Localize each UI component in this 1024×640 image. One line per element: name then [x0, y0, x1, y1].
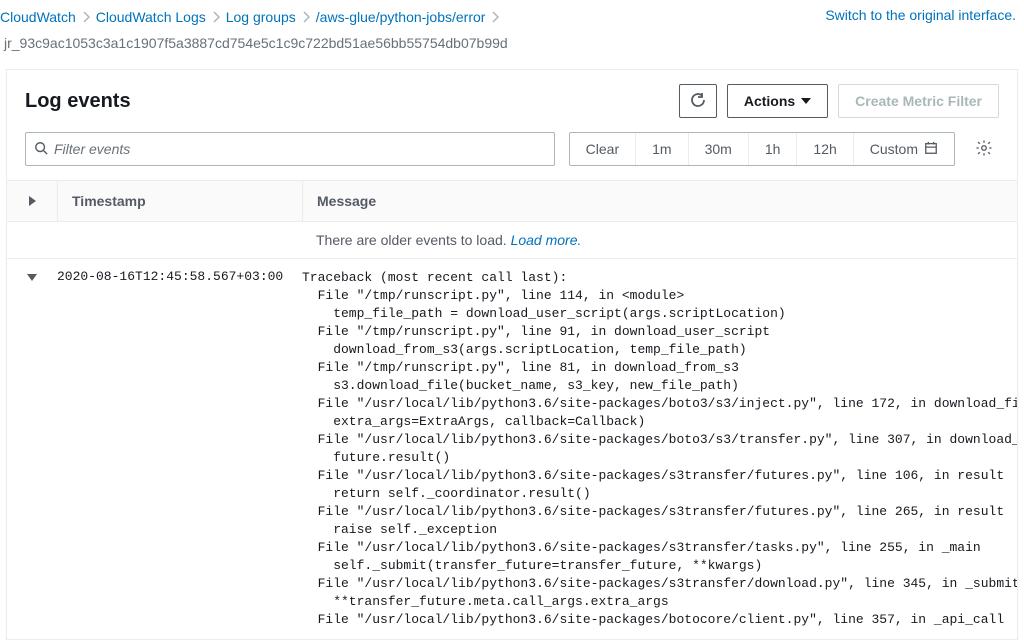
- table-row: 2020-08-16T12:45:58.567+03:00 Traceback …: [7, 259, 1017, 639]
- create-metric-filter-button[interactable]: Create Metric Filter: [838, 84, 999, 118]
- message-column[interactable]: Message: [302, 181, 1017, 221]
- breadcrumb-log-groups[interactable]: Log groups: [226, 7, 296, 27]
- load-more-link[interactable]: Load more.: [511, 232, 582, 248]
- table-header: Timestamp Message: [7, 180, 1017, 222]
- range-custom-label: Custom: [870, 141, 918, 157]
- calendar-icon: [924, 141, 938, 158]
- breadcrumb-log-group-name[interactable]: /aws-glue/python-jobs/error: [316, 7, 486, 27]
- range-clear[interactable]: Clear: [570, 133, 635, 165]
- refresh-icon: [690, 92, 706, 111]
- refresh-button[interactable]: [679, 84, 717, 118]
- switch-interface-link[interactable]: Switch to the original interface.: [825, 7, 1016, 23]
- older-events-row: There are older events to load. Load mor…: [7, 222, 1017, 259]
- filter-events-input[interactable]: [54, 141, 546, 157]
- search-icon: [34, 141, 48, 158]
- log-events-panel: Log events Actions Create Metric Filter …: [6, 69, 1018, 640]
- actions-label: Actions: [744, 93, 795, 109]
- breadcrumb-current: jr_93c9ac1053c3a1c1907f5a3887cd754e5c1c9…: [0, 33, 825, 53]
- timestamp-cell: 2020-08-16T12:45:58.567+03:00: [57, 259, 302, 639]
- range-12h[interactable]: 12h: [796, 133, 852, 165]
- message-cell: Traceback (most recent call last): File …: [302, 259, 1017, 639]
- breadcrumb-logs[interactable]: CloudWatch Logs: [96, 7, 206, 27]
- range-1m[interactable]: 1m: [635, 133, 687, 165]
- expand-all-column[interactable]: [7, 181, 57, 221]
- gear-icon: [975, 139, 993, 160]
- chevron-right-icon: [302, 11, 310, 23]
- page-title: Log events: [25, 90, 131, 113]
- time-range-group: Clear 1m 30m 1h 12h Custom: [569, 132, 955, 166]
- breadcrumb-cloudwatch[interactable]: CloudWatch: [0, 7, 76, 27]
- search-input-wrapper[interactable]: [25, 132, 555, 166]
- timestamp-column[interactable]: Timestamp: [57, 181, 302, 221]
- chevron-right-icon: [212, 11, 220, 23]
- settings-button[interactable]: [969, 132, 999, 166]
- range-30m[interactable]: 30m: [688, 133, 748, 165]
- chevron-down-icon: [27, 274, 37, 281]
- range-custom[interactable]: Custom: [853, 133, 954, 165]
- breadcrumb: CloudWatch CloudWatch Logs Log groups /a…: [0, 7, 825, 53]
- older-events-text: There are older events to load.: [316, 232, 511, 248]
- chevron-right-icon: [82, 11, 90, 23]
- caret-down-icon: [801, 98, 811, 104]
- chevron-right-icon: [491, 11, 499, 23]
- row-expander[interactable]: [7, 259, 57, 639]
- chevron-right-icon: [29, 196, 36, 206]
- range-1h[interactable]: 1h: [748, 133, 797, 165]
- actions-dropdown[interactable]: Actions: [727, 84, 828, 118]
